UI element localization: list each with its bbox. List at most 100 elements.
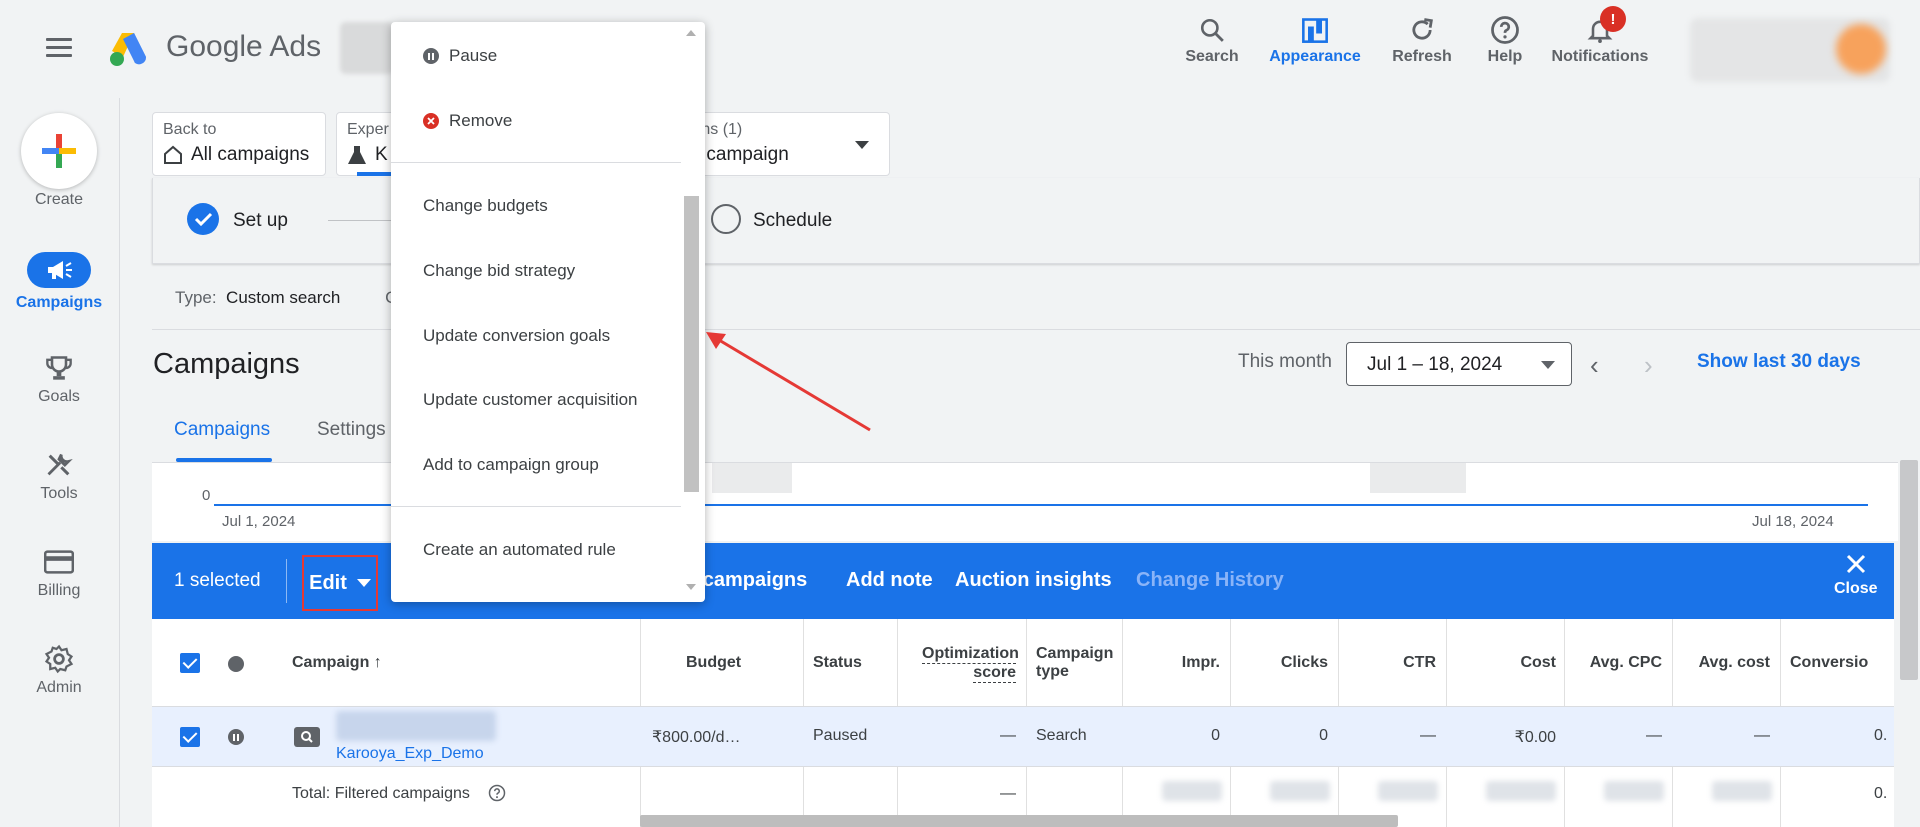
arrow-up-icon: ↑ xyxy=(373,654,382,671)
date-range-label: This month xyxy=(1238,351,1332,372)
campaign-selector[interactable]: aigns (1) t a campaign xyxy=(680,112,890,176)
create-button[interactable] xyxy=(21,113,97,189)
appearance-icon xyxy=(1302,18,1328,43)
edit-button[interactable]: Edit xyxy=(302,555,378,611)
col-avg-cpc[interactable]: Avg. CPC xyxy=(1564,654,1662,672)
remove-icon xyxy=(423,113,439,129)
chevron-down-icon xyxy=(855,141,869,149)
pause-icon xyxy=(423,48,439,64)
menu-item-pause[interactable]: Pause xyxy=(423,46,497,66)
col-impressions[interactable]: Impr. xyxy=(1122,654,1220,672)
menu-icon[interactable] xyxy=(46,38,72,58)
help-icon[interactable] xyxy=(488,784,506,802)
menu-item-update-customer-acquisition[interactable]: Update customer acquisition xyxy=(423,390,638,410)
trophy-icon xyxy=(46,356,72,380)
chevron-right-icon[interactable]: › xyxy=(1644,350,1653,381)
search-campaign-icon xyxy=(294,727,320,747)
col-status[interactable]: Status xyxy=(813,654,862,672)
blurred-value xyxy=(1162,781,1222,801)
step-setup[interactable]: Set up xyxy=(233,210,288,232)
account-switcher[interactable] xyxy=(340,22,394,74)
brand-name: Google Ads xyxy=(166,30,322,63)
avatar[interactable] xyxy=(1836,24,1886,74)
avg-cost-cell: — xyxy=(1754,727,1770,744)
budget-cell[interactable]: ₹800.00/d… xyxy=(652,727,740,747)
tab-campaigns[interactable]: Campaigns xyxy=(174,419,270,441)
notification-badge: ! xyxy=(1600,6,1626,32)
search-icon xyxy=(1200,18,1224,42)
conversions-cell: 0. xyxy=(1874,727,1888,744)
chart-x-tick-end: Jul 18, 2024 xyxy=(1752,513,1834,530)
rail-item-campaigns[interactable]: Campaigns xyxy=(0,250,118,312)
chevron-left-icon[interactable]: ‹ xyxy=(1590,350,1599,381)
campaign-name-link[interactable]: Karooya_Exp_Demo xyxy=(336,745,484,763)
select-all-checkbox[interactable] xyxy=(180,653,200,673)
menu-item-create-automated-rule[interactable]: Create an automated rule xyxy=(423,540,616,560)
total-conversions: 0. xyxy=(1874,785,1888,802)
menu-item-add-to-campaign-group[interactable]: Add to campaign group xyxy=(423,455,599,475)
create-label: Create xyxy=(34,191,84,208)
date-range-picker[interactable]: Jul 1 – 18, 2024 xyxy=(1346,342,1572,386)
step-circle-icon xyxy=(711,204,741,234)
chevron-down-icon xyxy=(356,579,371,587)
close-button[interactable]: Close xyxy=(1834,553,1878,598)
rail-item-billing[interactable]: Billing xyxy=(0,542,118,600)
help-button[interactable]: Help xyxy=(1482,12,1528,66)
appearance-button[interactable]: Appearance xyxy=(1266,12,1364,66)
rail-item-goals[interactable]: Goals xyxy=(0,348,118,406)
type-row: Type: Custom search C xyxy=(175,288,397,307)
auction-insights-button[interactable]: Auction insights xyxy=(955,569,1112,592)
menu-item-remove[interactable]: Remove xyxy=(423,111,512,131)
tab-settings[interactable]: Settings xyxy=(317,419,386,441)
col-budget[interactable]: Budget xyxy=(686,654,741,672)
rail-item-admin[interactable]: Admin xyxy=(0,639,118,697)
impr-cell: 0 xyxy=(1211,727,1220,744)
refresh-button[interactable]: Refresh xyxy=(1390,12,1454,66)
vertical-scrollbar[interactable] xyxy=(1900,460,1918,680)
blurred-campaign-name xyxy=(336,711,496,741)
pause-status-icon xyxy=(228,729,244,745)
page-title: Campaigns xyxy=(153,348,300,380)
campaigns-table: Campaign ↑ Budget Status Optimization sco… xyxy=(152,619,1894,827)
show-last-30-days-link[interactable]: Show last 30 days xyxy=(1697,351,1861,373)
menu-item-change-budgets[interactable]: Change budgets xyxy=(423,196,548,216)
blurred-value xyxy=(1270,781,1330,801)
notifications-button[interactable]: Notifications ! xyxy=(1548,6,1652,66)
menu-item-update-conversion-goals[interactable]: Update conversion goals xyxy=(423,326,610,346)
flask-icon xyxy=(348,146,366,164)
home-icon xyxy=(164,145,182,164)
top-bar: Google Ads Search Appearance Refresh Hel… xyxy=(0,0,1920,98)
col-campaign-type[interactable]: Campaign type xyxy=(1036,645,1113,681)
avg-cpc-cell: — xyxy=(1646,727,1662,744)
search-button[interactable]: Search xyxy=(1182,12,1242,66)
menu-scroll-down-icon[interactable] xyxy=(686,584,696,590)
col-ctr[interactable]: CTR xyxy=(1338,654,1436,672)
clicks-cell: 0 xyxy=(1319,727,1328,744)
rail-item-tools[interactable]: Tools xyxy=(0,445,118,503)
optimization-cell: — xyxy=(1000,727,1016,744)
menu-scrollbar[interactable] xyxy=(684,196,699,492)
status-cell[interactable]: Paused xyxy=(813,727,867,745)
google-ads-logo xyxy=(110,33,147,66)
col-avg-cost[interactable]: Avg. cost xyxy=(1672,654,1770,672)
col-conversions[interactable]: Conversio xyxy=(1790,654,1868,672)
horizontal-scrollbar[interactable] xyxy=(640,815,1398,827)
change-history-button[interactable]: Change History xyxy=(1136,569,1284,592)
chart-y-tick: 0 xyxy=(202,487,211,504)
add-note-button[interactable]: Add note xyxy=(846,569,933,592)
back-to-all-campaigns[interactable]: Back to All campaigns xyxy=(152,112,326,176)
menu-scroll-up-icon[interactable] xyxy=(686,30,696,36)
table-header: Campaign ↑ Budget Status Optimization sco… xyxy=(152,619,1894,707)
col-campaign[interactable]: Campaign ↑ xyxy=(292,654,382,672)
plus-icon xyxy=(42,134,76,168)
refresh-icon xyxy=(1412,18,1433,40)
step-schedule[interactable]: Schedule xyxy=(753,210,832,232)
credit-card-icon xyxy=(44,550,74,574)
col-cost[interactable]: Cost xyxy=(1446,654,1556,672)
col-clicks[interactable]: Clicks xyxy=(1230,654,1328,672)
table-row[interactable]: Karooya_Exp_Demo ₹800.00/d… Paused — Sea… xyxy=(152,707,1894,767)
row-checkbox[interactable] xyxy=(180,727,200,747)
ctr-cell: — xyxy=(1420,727,1436,744)
menu-item-change-bid-strategy[interactable]: Change bid strategy xyxy=(423,261,575,281)
col-optimization-score[interactable]: Optimization score xyxy=(922,645,1019,683)
